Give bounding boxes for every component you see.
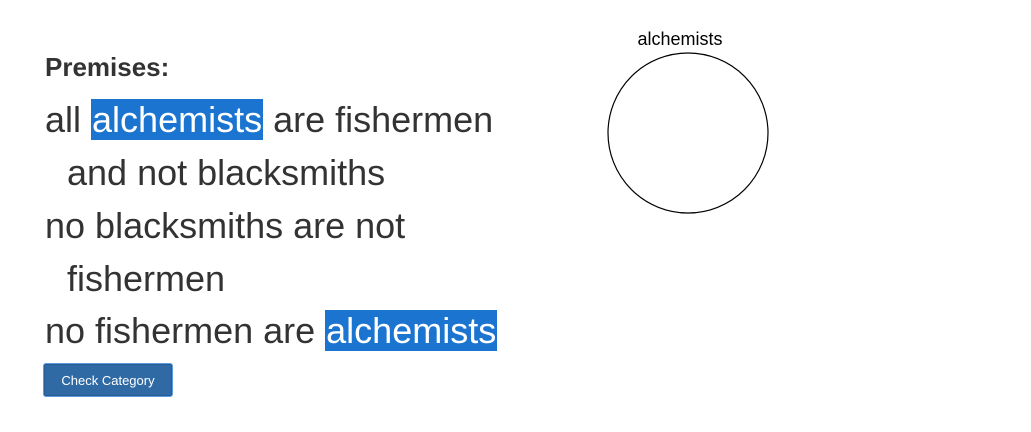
premises-heading: Premises: — [45, 52, 170, 82]
venn-diagram: alchemists — [607, 29, 769, 214]
premise-2-text: no blacksmiths are not — [45, 205, 406, 246]
check-category-button[interactable]: Check Category — [43, 363, 173, 397]
premise-2: no blacksmiths are not fishermen — [45, 199, 545, 305]
premise-1-selected-term[interactable]: alchemists — [91, 99, 264, 140]
premise-2-continuation: fishermen — [67, 258, 226, 299]
venn-circle-label: alchemists — [637, 29, 722, 49]
premise-3: no fishermen are alchemists — [45, 304, 545, 357]
premise-1-continuation: and not blacksmiths — [67, 152, 386, 193]
premise-3-selected-term[interactable]: alchemists — [325, 310, 498, 351]
premise-3-text-prefix: no fishermen are — [45, 310, 326, 351]
premise-1-text-suffix: are fishermen — [263, 99, 494, 140]
premise-1-text-prefix: all — [45, 99, 92, 140]
premise-1: all alchemists are fishermen and not bla… — [45, 93, 545, 199]
alchemists-circle[interactable] — [607, 52, 769, 214]
